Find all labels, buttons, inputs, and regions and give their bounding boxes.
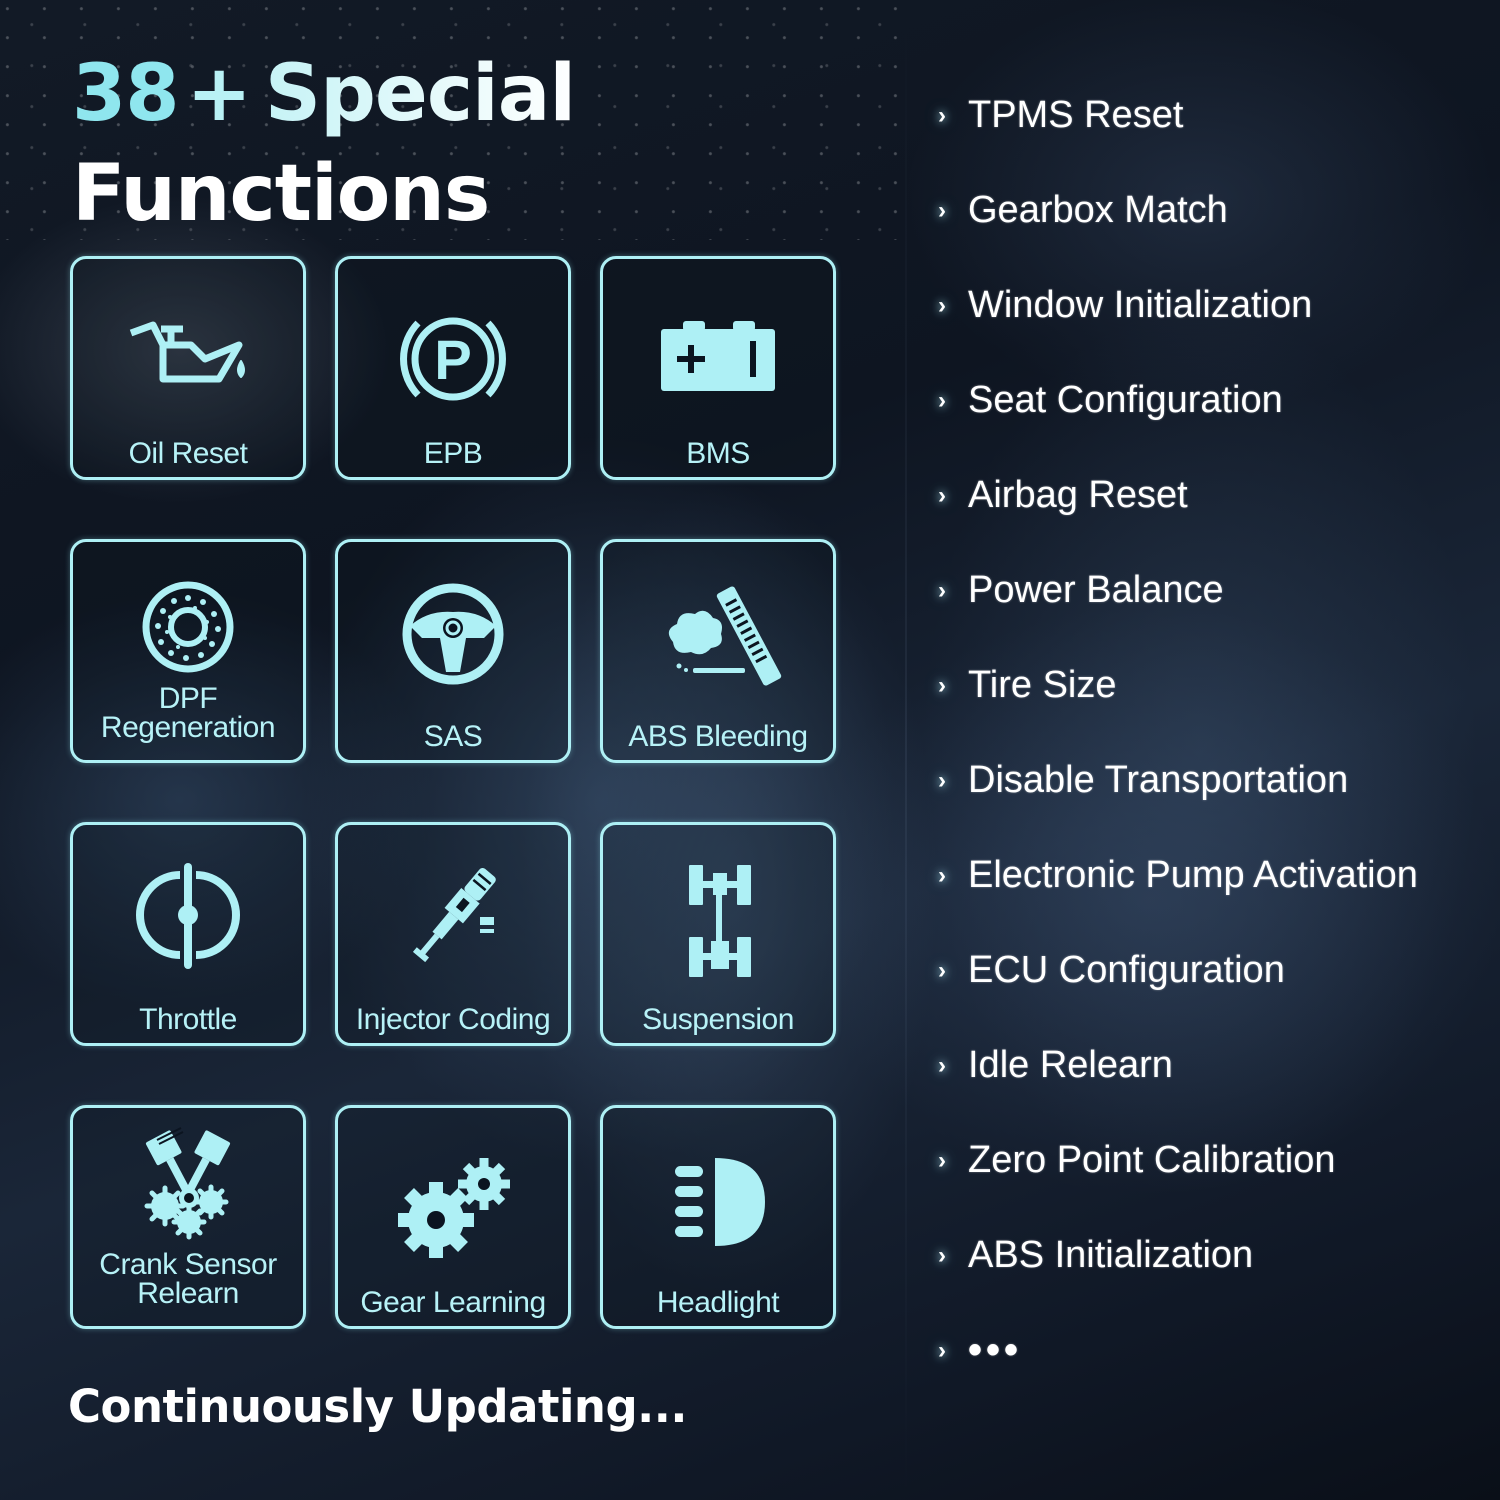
list-item: › Gearbox Match <box>938 163 1418 258</box>
card-label: Headlight <box>656 1286 780 1319</box>
list-item: › Seat Configuration <box>938 353 1418 448</box>
card-abs-bleeding[interactable]: ABS Bleeding <box>600 539 836 763</box>
list-item: › Tire Size <box>938 638 1418 733</box>
card-label-line-2: Regeneration <box>100 711 276 744</box>
list-item-label: Window Initialization <box>968 284 1313 326</box>
card-label-line-1: DPF <box>158 682 218 715</box>
pistons-gears-icon <box>123 1126 253 1246</box>
card-label: BMS <box>686 437 750 470</box>
chevron-right-icon: › <box>938 956 946 984</box>
chevron-right-icon: › <box>938 861 946 889</box>
headlight-icon <box>653 1148 783 1268</box>
list-item-label: ABS Initialization <box>968 1234 1254 1276</box>
card-label: ABS Bleeding <box>628 720 808 753</box>
card-headlight[interactable]: Headlight <box>600 1105 836 1329</box>
steering-wheel-icon <box>388 576 518 696</box>
card-injector-coding[interactable]: Injector Coding <box>335 822 571 1046</box>
card-label: Injector Coding <box>355 1003 551 1036</box>
card-label: DPF Regeneration <box>73 682 303 744</box>
title-line-1: 38 + Special <box>72 44 576 144</box>
card-suspension[interactable]: Suspension <box>600 822 836 1046</box>
chevron-right-icon: › <box>938 291 946 319</box>
card-oil-reset[interactable]: Oil Reset <box>70 256 306 480</box>
plus-sign: + <box>186 49 252 139</box>
list-item-more: › ••• <box>938 1303 1418 1398</box>
suspension-axle-icon <box>653 859 783 979</box>
card-epb[interactable]: P EPB <box>335 256 571 480</box>
list-item: › TPMS Reset <box>938 68 1418 163</box>
chevron-right-icon: › <box>938 1051 946 1079</box>
card-bms[interactable]: BMS <box>600 256 836 480</box>
injector-icon <box>388 855 518 975</box>
card-sas[interactable]: SAS <box>335 539 571 763</box>
chevron-right-icon: › <box>938 671 946 699</box>
list-item: › Idle Relearn <box>938 1018 1418 1113</box>
chevron-right-icon: › <box>938 766 946 794</box>
chevron-right-icon: › <box>938 386 946 414</box>
card-dpf-regeneration[interactable]: DPF Regeneration <box>70 539 306 763</box>
list-item-label: ECU Configuration <box>968 949 1285 991</box>
card-label: Suspension <box>642 1003 794 1036</box>
card-label-line-1: Crank Sensor <box>99 1248 277 1281</box>
card-label: Crank Sensor Relearn <box>73 1248 303 1310</box>
continuously-updating-text: Continuously Updating... <box>68 1380 687 1433</box>
background-pillar <box>905 0 907 1500</box>
chevron-right-icon: › <box>938 1146 946 1174</box>
title-word-functions: Functions <box>72 149 490 239</box>
chevron-right-icon: › <box>938 101 946 129</box>
brake-bleeding-icon <box>653 578 783 698</box>
gears-icon <box>388 1148 518 1268</box>
list-item: › Electronic Pump Activation <box>938 828 1418 923</box>
card-label: Gear Learning <box>360 1286 546 1319</box>
list-item-label: Disable Transportation <box>968 759 1349 801</box>
card-crank-sensor-relearn[interactable]: Crank Sensor Relearn <box>70 1105 306 1329</box>
list-item: › ABS Initialization <box>938 1208 1418 1303</box>
card-throttle[interactable]: Throttle <box>70 822 306 1046</box>
list-item-label: Zero Point Calibration <box>968 1139 1336 1181</box>
list-item-label: Seat Configuration <box>968 379 1283 421</box>
functions-list: › TPMS Reset › Gearbox Match › Window Initi… <box>938 68 1418 1398</box>
list-item: › Disable Transportation <box>938 733 1418 828</box>
more-ellipsis: ••• <box>968 1328 1023 1372</box>
chevron-right-icon: › <box>938 196 946 224</box>
dpf-filter-icon <box>123 572 253 692</box>
list-item: › Window Initialization <box>938 258 1418 353</box>
list-item-label: Tire Size <box>968 664 1117 706</box>
parking-brake-icon: P <box>388 301 518 421</box>
list-item: › ECU Configuration <box>938 923 1418 1018</box>
card-gear-learning[interactable]: Gear Learning <box>335 1105 571 1329</box>
card-label-line-2: Relearn <box>137 1277 239 1310</box>
oil-can-icon <box>123 301 253 421</box>
throttle-icon <box>123 855 253 975</box>
card-label: SAS <box>423 720 483 753</box>
chevron-right-icon: › <box>938 1241 946 1269</box>
list-item-label: TPMS Reset <box>968 94 1184 136</box>
list-item-label: Power Balance <box>968 569 1224 611</box>
title-word-special: Special <box>264 49 576 139</box>
chevron-right-icon: › <box>938 1336 946 1364</box>
chevron-right-icon: › <box>938 481 946 509</box>
list-item-label: Gearbox Match <box>968 189 1228 231</box>
list-item-label: Electronic Pump Activation <box>968 854 1418 896</box>
list-item-label: Idle Relearn <box>968 1044 1173 1086</box>
card-label: Throttle <box>139 1003 237 1036</box>
list-item: › Power Balance <box>938 543 1418 638</box>
chevron-right-icon: › <box>938 576 946 604</box>
card-label: EPB <box>423 437 483 470</box>
list-item: › Zero Point Calibration <box>938 1113 1418 1208</box>
list-item-label: Airbag Reset <box>968 474 1188 516</box>
page-title: 38 + Special Functions <box>72 44 576 244</box>
function-count: 38 <box>72 49 180 139</box>
card-label: Oil Reset <box>128 437 248 470</box>
battery-icon <box>653 301 783 421</box>
list-item: › Airbag Reset <box>938 448 1418 543</box>
function-card-grid: Oil Reset P EPB BMS DPF Regeneration SAS… <box>70 256 836 1329</box>
svg-text:P: P <box>434 328 471 391</box>
